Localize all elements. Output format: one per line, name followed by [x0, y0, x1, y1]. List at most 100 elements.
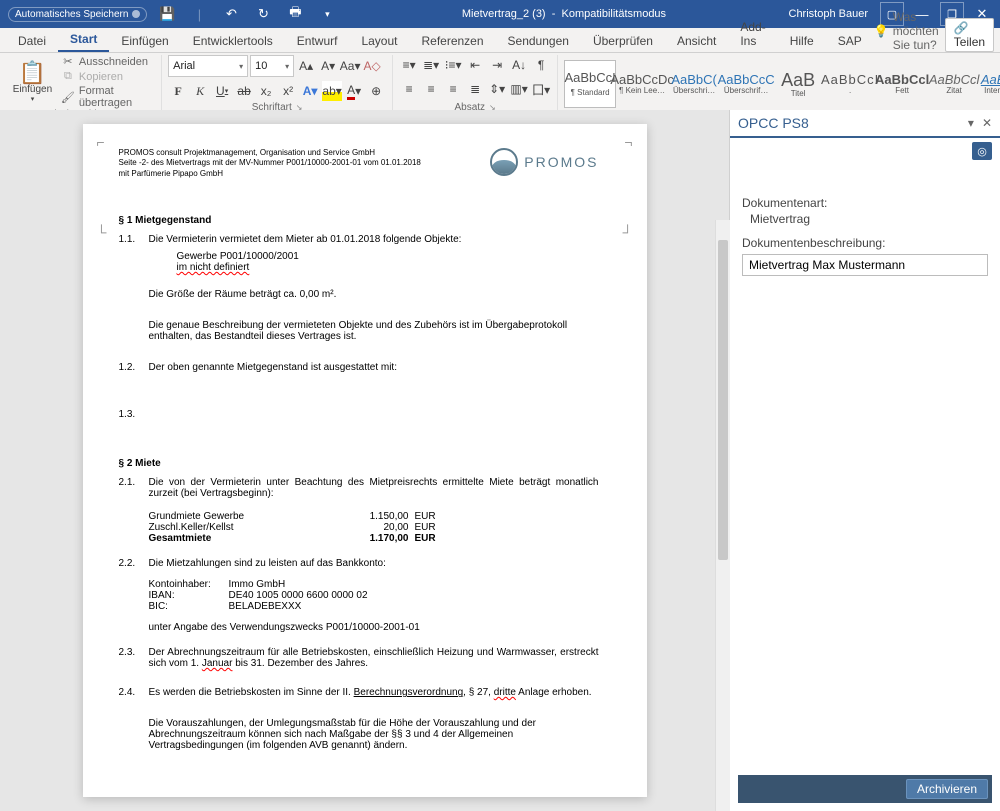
sidepane-close-icon[interactable]: ✕	[982, 116, 992, 130]
vertical-scrollbar[interactable]	[715, 220, 730, 811]
autosave-toggle[interactable]: Automatisches Speichern	[8, 7, 147, 22]
font-size-select[interactable]: 10▾	[250, 55, 294, 77]
style-heading1[interactable]: AaBbC(Überschri…	[668, 60, 720, 108]
superscript-icon[interactable]: x²	[278, 81, 298, 101]
style-standard[interactable]: AaBbCcI¶ Standard	[564, 60, 616, 108]
highlight-icon[interactable]: ab▾	[322, 81, 342, 101]
decrease-indent-icon[interactable]: ⇤	[465, 55, 485, 75]
tab-start[interactable]: Start	[58, 28, 109, 52]
clipboard-icon: 📋	[19, 62, 46, 84]
sidepane-dropdown-icon[interactable]: ▾	[968, 116, 974, 130]
cut-button[interactable]: ✂Ausschneiden	[61, 55, 155, 68]
group-paragraph: ≡▾ ≣▾ ⁝≡▾ ⇤ ⇥ A↓ ¶ ≡ ≡ ≡ ≣ ⇕▾ ▥▾ 囗▾ Absa…	[393, 55, 558, 113]
archive-button[interactable]: Archivieren	[906, 779, 988, 799]
style-intense[interactable]: AaBbCclIntensives…	[980, 60, 1000, 108]
shading-icon[interactable]: ▥▾	[509, 79, 529, 99]
usage-purpose: unter Angabe des Verwendungszwecks P001/…	[149, 622, 599, 633]
group-styles: AaBbCcI¶ Standard AaBbCcDc¶ Kein Lee… Aa…	[558, 55, 1000, 113]
align-center-icon[interactable]: ≡	[421, 79, 441, 99]
shrink-font-icon[interactable]: A▾	[318, 56, 338, 76]
tab-sendungen[interactable]: Sendungen	[496, 30, 581, 52]
bold-icon[interactable]: F	[168, 81, 188, 101]
undo-icon[interactable]: ↶	[219, 2, 243, 26]
font-color-icon[interactable]: A▾	[344, 81, 364, 101]
brush-icon: 🖌	[61, 91, 75, 104]
tab-referenzen[interactable]: Referenzen	[409, 30, 495, 52]
section-2-title: § 2 Miete	[119, 458, 599, 469]
text-effects-icon[interactable]: A▾	[300, 81, 320, 101]
tab-sap[interactable]: SAP	[826, 30, 874, 52]
bullets-icon[interactable]: ≡▾	[399, 55, 419, 75]
dokart-value: Mietvertrag	[750, 212, 988, 226]
show-marks-icon[interactable]: ¶	[531, 55, 551, 75]
dokbeschr-label: Dokumentenbeschreibung:	[742, 236, 988, 250]
save-icon[interactable]: 💾	[155, 2, 179, 26]
enclose-char-icon[interactable]: ⊕	[366, 81, 386, 101]
tab-datei[interactable]: Datei	[6, 30, 58, 52]
document-page[interactable]: ⌐ ¬ └ ┘ PROMOS consult Projektmanagement…	[83, 124, 647, 797]
style-bold[interactable]: AaBbCclFett	[876, 60, 928, 108]
numbering-icon[interactable]: ≣▾	[421, 55, 441, 75]
print-icon[interactable]: 🖶	[283, 2, 307, 26]
customize-qat-icon[interactable]: ▾	[315, 2, 339, 26]
style-title[interactable]: AaBTitel	[772, 60, 824, 108]
scrollbar-thumb[interactable]	[718, 240, 728, 560]
borders-icon[interactable]: 囗▾	[531, 79, 551, 99]
italic-icon[interactable]: K	[190, 81, 210, 101]
justify-icon[interactable]: ≣	[465, 79, 485, 99]
sidepane-title: OPCC PS8	[738, 115, 809, 131]
section-1-title: § 1 Mietgegenstand	[119, 215, 599, 226]
style-noblank[interactable]: AaBbCcDc¶ Kein Lee…	[616, 60, 668, 108]
format-painter-button[interactable]: 🖌Format übertragen	[61, 85, 155, 109]
page-header-text: PROMOS consult Projektmanagement, Organi…	[119, 148, 421, 179]
group-font: Arial▾ 10▾ A▴ A▾ Aa▾ A◇ F K U▾ ab x₂ x² …	[162, 55, 393, 113]
copy-button[interactable]: ⧉Kopieren	[61, 70, 155, 83]
scissors-icon: ✂	[61, 55, 75, 68]
object-line: Gewerbe P001/10000/2001	[177, 251, 599, 262]
divider: |	[187, 2, 211, 26]
window-title: Mietvertrag_2 (3) ‑ Kompatibilitätsmodus	[339, 8, 788, 20]
subscript-icon[interactable]: x₂	[256, 81, 276, 101]
tab-entwicklertools[interactable]: Entwicklertools	[181, 30, 285, 52]
dokbeschr-input[interactable]	[742, 254, 988, 276]
logo-icon	[490, 148, 518, 176]
increase-indent-icon[interactable]: ⇥	[487, 55, 507, 75]
tab-addins[interactable]: Add-Ins	[728, 16, 777, 52]
tab-entwurf[interactable]: Entwurf	[285, 30, 350, 52]
dokart-label: Dokumentenart:	[742, 196, 988, 210]
document-area[interactable]: ⌐ ¬ └ ┘ PROMOS consult Projektmanagement…	[0, 110, 729, 811]
tab-ueberpruefen[interactable]: Überprüfen	[581, 30, 665, 52]
font-name-select[interactable]: Arial▾	[168, 55, 248, 77]
tell-me-search[interactable]: 💡Was möchten Sie tun?	[874, 10, 939, 52]
promos-logo: PROMOS	[490, 148, 598, 176]
strikethrough-icon[interactable]: ab	[234, 81, 254, 101]
sort-icon[interactable]: A↓	[509, 55, 529, 75]
tab-layout[interactable]: Layout	[349, 30, 409, 52]
share-button[interactable]: 🔗 Teilen	[945, 18, 994, 52]
clear-formatting-icon[interactable]: A◇	[362, 56, 382, 76]
style-heading2[interactable]: AaBbCcCÜberschrif…	[720, 60, 772, 108]
underline-icon[interactable]: U▾	[212, 81, 232, 101]
tab-hilfe[interactable]: Hilfe	[778, 30, 826, 52]
copy-icon: ⧉	[61, 70, 75, 83]
align-right-icon[interactable]: ≡	[443, 79, 463, 99]
sidepane-badge-icon[interactable]: ◎	[972, 142, 992, 160]
ribbon: 📋Einfügen▾ ✂Ausschneiden ⧉Kopieren 🖌Form…	[0, 53, 1000, 116]
user-name[interactable]: Christoph Bauer	[789, 8, 875, 20]
paste-button[interactable]: 📋Einfügen▾	[10, 58, 55, 106]
lightbulb-icon: 💡	[874, 24, 889, 38]
multilevel-list-icon[interactable]: ⁝≡▾	[443, 55, 463, 75]
object-error: im nicht definiert	[177, 262, 599, 273]
tab-ansicht[interactable]: Ansicht	[665, 30, 728, 52]
ribbon-tabs: Datei Start Einfügen Entwicklertools Ent…	[0, 28, 1000, 53]
change-case-icon[interactable]: Aa▾	[340, 56, 360, 76]
style-quote[interactable]: AaBbCclZitat	[928, 60, 980, 108]
opcc-sidepane: OPCC PS8 ▾ ✕ ◎ Dokumentenart: Mietvertrag…	[729, 110, 1000, 811]
tab-einfuegen[interactable]: Einfügen	[109, 30, 180, 52]
line-spacing-icon[interactable]: ⇕▾	[487, 79, 507, 99]
grow-font-icon[interactable]: A▴	[296, 56, 316, 76]
group-clipboard: 📋Einfügen▾ ✂Ausschneiden ⧉Kopieren 🖌Form…	[4, 55, 162, 113]
style-dot[interactable]: AaBbCcI.	[824, 60, 876, 108]
redo-icon[interactable]: ↻	[251, 2, 275, 26]
align-left-icon[interactable]: ≡	[399, 79, 419, 99]
